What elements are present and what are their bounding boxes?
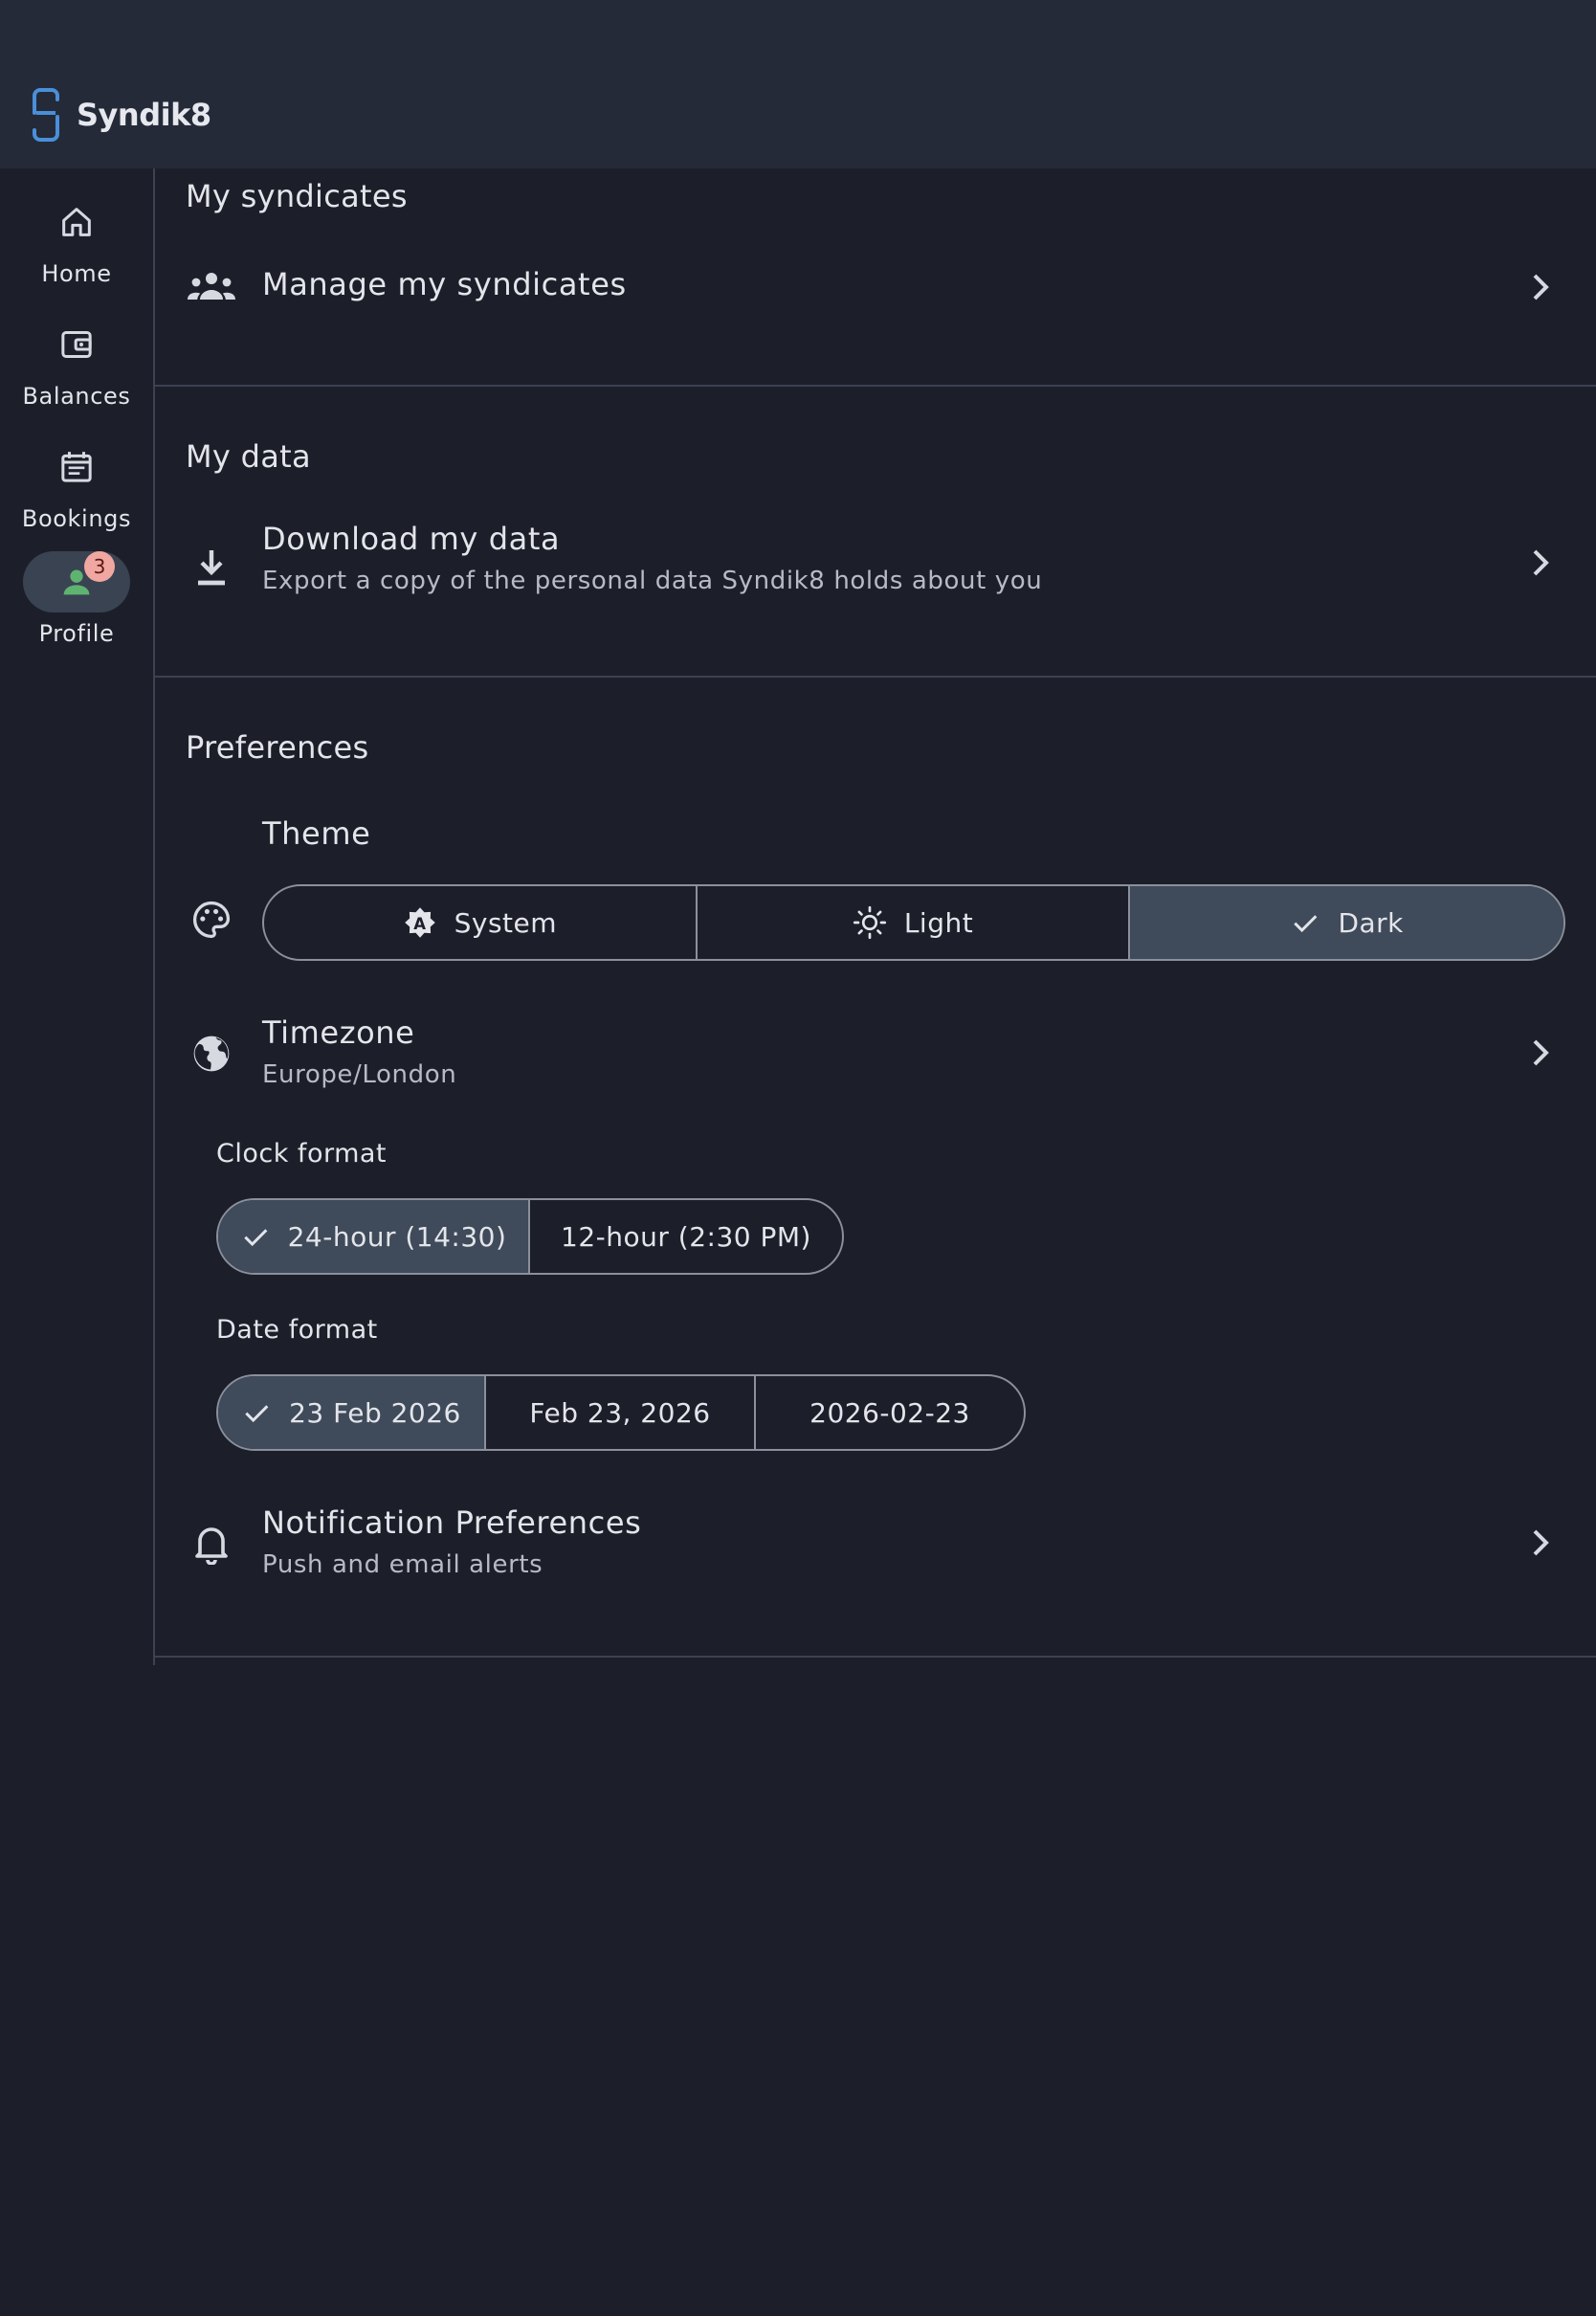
chevron-right-icon (1521, 544, 1560, 582)
theme-option-dark[interactable]: Dark (1130, 886, 1563, 959)
theme-option-light-label: Light (903, 906, 974, 939)
nav-item-balances[interactable]: Balances (0, 314, 153, 410)
clock-option-24h-label: 24-hour (14:30) (287, 1220, 507, 1253)
theme-segmented-control: A System Light Dark (262, 884, 1565, 961)
section-divider (155, 676, 1596, 678)
theme-option-dark-label: Dark (1338, 906, 1404, 939)
nav-item-home[interactable]: Home (0, 191, 153, 287)
section-title-syndicates: My syndicates (186, 178, 408, 214)
nav-item-bookings[interactable]: Bookings (0, 436, 153, 532)
section-divider (155, 385, 1596, 387)
notification-preferences-title: Notification Preferences (262, 1504, 642, 1541)
date-option-iso[interactable]: 2026-02-23 (756, 1376, 1024, 1449)
timezone-value: Europe/London (262, 1060, 457, 1089)
chevron-right-icon (1521, 1034, 1560, 1072)
palette-icon (186, 894, 237, 946)
nav-item-profile[interactable]: 3 Profile (0, 551, 153, 647)
theme-option-system-label: System (454, 906, 558, 939)
section-title-preferences: Preferences (186, 729, 369, 766)
calendar-icon (23, 436, 130, 498)
date-option-dmy-label: 23 Feb 2026 (289, 1396, 461, 1429)
section-title-my-data: My data (186, 438, 311, 475)
date-option-iso-label: 2026-02-23 (809, 1396, 970, 1429)
top-app-bar: Syndik8 (0, 0, 1596, 168)
section-divider (155, 1656, 1596, 1658)
group-icon (186, 260, 237, 312)
notification-badge: 3 (84, 551, 115, 582)
date-format-segmented-control: 23 Feb 2026 Feb 23, 2026 2026-02-23 (216, 1374, 1026, 1451)
date-option-mdy[interactable]: Feb 23, 2026 (486, 1376, 756, 1449)
nav-label-profile: Profile (38, 620, 115, 647)
clock-option-24h[interactable]: 24-hour (14:30) (218, 1200, 530, 1273)
theme-option-light[interactable]: Light (698, 886, 1131, 959)
wallet-icon (23, 314, 130, 375)
manage-syndicates-label: Manage my syndicates (262, 266, 627, 302)
download-data-row[interactable]: Download my data Export a copy of the pe… (155, 513, 1596, 628)
download-icon (186, 542, 237, 593)
svg-text:A: A (413, 915, 427, 933)
clock-option-12h[interactable]: 12-hour (2:30 PM) (530, 1200, 842, 1273)
home-icon (23, 191, 130, 253)
check-icon (243, 1229, 267, 1247)
nav-label-balances: Balances (22, 383, 131, 410)
download-data-title: Download my data (262, 521, 561, 557)
check-icon (1294, 915, 1318, 933)
date-option-mdy-label: Feb 23, 2026 (529, 1396, 711, 1429)
chevron-right-icon (1521, 268, 1560, 306)
bell-icon (186, 1518, 237, 1570)
theme-title: Theme (262, 815, 371, 852)
timezone-title: Timezone (262, 1014, 415, 1051)
manage-syndicates-row[interactable]: Manage my syndicates (155, 256, 1596, 367)
clock-format-segmented-control: 24-hour (14:30) 12-hour (2:30 PM) (216, 1198, 844, 1275)
date-format-label: Date format (216, 1315, 378, 1345)
profile-nav-indicator: 3 (23, 551, 130, 612)
theme-option-system[interactable]: A System (264, 886, 698, 959)
date-option-dmy[interactable]: 23 Feb 2026 (218, 1376, 486, 1449)
nav-label-home: Home (41, 260, 112, 287)
syndik8-logo-icon (33, 88, 59, 142)
clock-option-12h-label: 12-hour (2:30 PM) (561, 1220, 811, 1253)
navigation-rail: Home Balances Bookings 3 Profile (0, 168, 153, 1665)
notification-preferences-subtitle: Push and email alerts (262, 1550, 543, 1579)
auto-brightness-icon: A (404, 907, 435, 938)
check-icon (245, 1405, 269, 1423)
nav-label-bookings: Bookings (21, 505, 132, 532)
notification-preferences-row[interactable]: Notification Preferences Push and email … (155, 1504, 1596, 1619)
clock-format-label: Clock format (216, 1139, 388, 1169)
sun-icon (853, 905, 886, 940)
download-data-subtitle: Export a copy of the personal data Syndi… (262, 567, 1043, 595)
globe-icon (186, 1028, 237, 1080)
app-name: Syndik8 (77, 97, 211, 133)
timezone-row[interactable]: Timezone Europe/London (155, 1014, 1596, 1129)
brand-logo[interactable]: Syndik8 (31, 88, 211, 142)
chevron-right-icon (1521, 1524, 1560, 1562)
